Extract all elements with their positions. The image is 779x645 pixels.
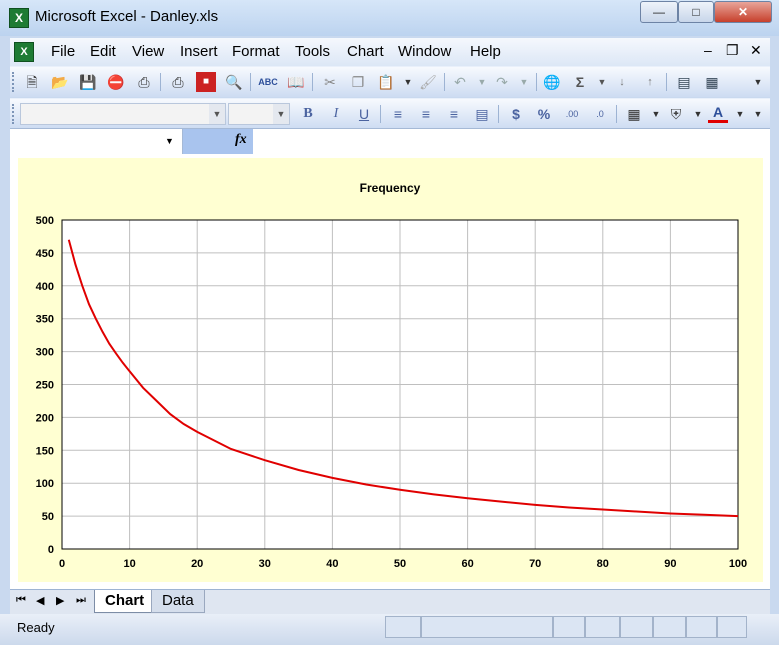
tab-data[interactable]: Data xyxy=(151,590,205,613)
next-sheet-icon[interactable]: ▶ xyxy=(56,594,64,607)
status-panel xyxy=(385,616,421,638)
x-tick-label: 20 xyxy=(191,558,203,570)
x-tick-label: 40 xyxy=(326,558,338,570)
x-tick-label: 50 xyxy=(394,558,406,570)
x-tick-label: 30 xyxy=(259,558,271,570)
x-tick-label: 60 xyxy=(461,558,473,570)
chart-title: Frequency xyxy=(360,181,421,195)
status-panel xyxy=(686,616,717,638)
y-tick-label: 500 xyxy=(36,215,54,227)
x-tick-label: 0 xyxy=(59,558,65,570)
y-tick-label: 100 xyxy=(36,478,54,490)
x-tick-label: 100 xyxy=(729,558,747,570)
status-panel xyxy=(620,616,653,638)
status-panel xyxy=(585,616,620,638)
y-tick-label: 450 xyxy=(36,248,54,260)
status-panel xyxy=(421,616,553,638)
y-tick-label: 350 xyxy=(36,314,54,326)
y-tick-label: 0 xyxy=(48,544,54,556)
chart-svg: 0 50 100 150 200 250 300 350 400 450 500 0 10 20 30 40 5… xyxy=(36,181,748,570)
x-tick-label: 90 xyxy=(664,558,676,570)
y-tick-label: 250 xyxy=(36,380,54,392)
y-tick-label: 300 xyxy=(36,347,54,359)
prev-sheet-icon[interactable]: ◀ xyxy=(36,594,44,607)
tab-chart[interactable]: Chart xyxy=(94,590,156,613)
y-tick-label: 400 xyxy=(36,281,54,293)
y-tick-label: 150 xyxy=(36,445,54,457)
status-panel xyxy=(653,616,686,638)
last-sheet-icon[interactable]: ⏭ xyxy=(76,594,86,607)
x-tick-label: 70 xyxy=(529,558,541,570)
x-tick-label: 10 xyxy=(123,558,135,570)
y-tick-label: 50 xyxy=(42,511,54,523)
status-panel xyxy=(553,616,585,638)
sheet-tab-strip: ⏮ ◀ ▶ ⏭ Chart Data xyxy=(10,589,770,614)
y-tick-label: 200 xyxy=(36,412,54,424)
status-text: Ready xyxy=(17,620,55,635)
status-panel xyxy=(717,616,747,638)
first-sheet-icon[interactable]: ⏮ xyxy=(16,594,26,607)
x-tick-label: 80 xyxy=(597,558,609,570)
status-bar: Ready xyxy=(0,614,779,645)
